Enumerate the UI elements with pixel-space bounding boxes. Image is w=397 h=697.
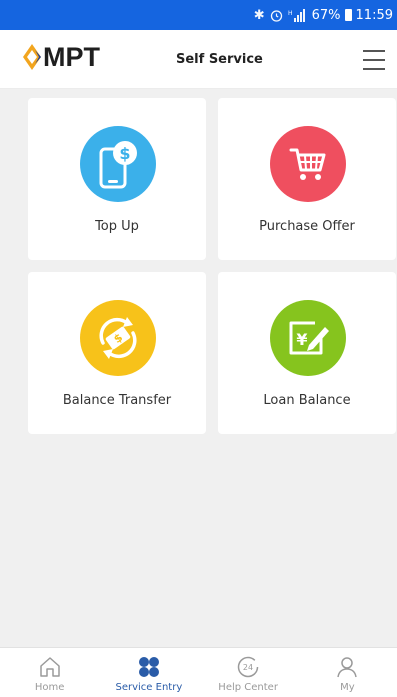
shopping-cart-icon	[289, 148, 326, 180]
loan-balance-card[interactable]: ¥ Loan Balance	[218, 272, 396, 434]
balance-transfer-card[interactable]: $ Balance Transfer	[28, 272, 206, 434]
purchase-offer-label: Purchase Offer	[259, 219, 355, 234]
service-grid: $ Top Up Purchase Offer $ Balance Transf…	[0, 89, 397, 647]
loan-balance-label: Loan Balance	[263, 393, 351, 408]
top-up-icon-circle: $	[80, 126, 156, 202]
service-grid-icon	[138, 657, 159, 677]
battery-level: 67%	[311, 7, 341, 23]
balance-transfer-label: Balance Transfer	[62, 393, 172, 408]
status-bar: ✱ H 67% 11:59	[0, 0, 397, 30]
status-icons: ✱ H	[254, 8, 306, 23]
svg-text:¥: ¥	[296, 330, 307, 349]
svg-text:H: H	[288, 10, 293, 17]
bluetooth-icon: ✱	[253, 7, 265, 23]
bottom-nav: Home Service Entry 24 Help Center My	[0, 647, 397, 697]
nav-service-entry[interactable]: Service Entry	[99, 648, 198, 697]
nav-my-label: My	[340, 682, 355, 693]
home-icon	[39, 657, 60, 677]
balance-transfer-icon-circle: $	[80, 300, 156, 376]
yen-note-pen-icon: ¥	[289, 321, 329, 355]
mpt-logo[interactable]: MPT	[22, 42, 100, 72]
svg-text:24: 24	[243, 663, 253, 672]
svg-text:$: $	[119, 144, 130, 163]
alarm-icon	[270, 9, 282, 22]
nav-help-center-label: Help Center	[218, 682, 278, 693]
logo-text: MPT	[43, 41, 100, 72]
page-title: Self Service	[176, 52, 263, 67]
nav-home-label: Home	[34, 682, 65, 693]
money-transfer-icon: $	[99, 317, 137, 359]
nav-help-center[interactable]: 24 Help Center	[199, 648, 298, 697]
nav-service-entry-label: Service Entry	[115, 682, 183, 693]
top-up-card[interactable]: $ Top Up	[28, 98, 206, 260]
nav-my[interactable]: My	[298, 648, 397, 697]
signal-icon: H	[288, 8, 305, 22]
top-up-label: Top Up	[95, 219, 139, 234]
purchase-offer-icon-circle	[270, 126, 346, 202]
mpt-logo-mark-icon	[23, 44, 41, 70]
purchase-offer-card[interactable]: Purchase Offer	[218, 98, 396, 260]
nav-home[interactable]: Home	[0, 648, 99, 697]
help-24-icon: 24	[237, 656, 259, 678]
hamburger-menu-icon[interactable]	[363, 50, 385, 70]
status-time: 11:59	[355, 7, 393, 23]
person-icon	[337, 657, 358, 678]
app-header: MPT Self Service	[0, 30, 397, 89]
phone-dollar-icon: $	[99, 141, 137, 189]
loan-balance-icon-circle: ¥	[270, 300, 346, 376]
battery-icon	[344, 9, 352, 21]
